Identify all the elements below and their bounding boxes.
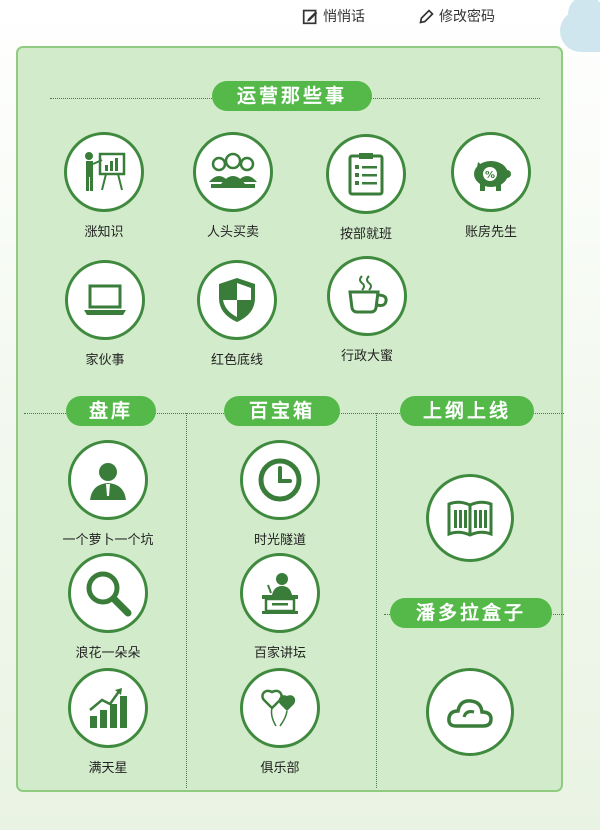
tile-accounting[interactable]: % 账房先生: [421, 132, 561, 240]
tile-equipment[interactable]: 家伙事: [35, 260, 175, 368]
tile-position[interactable]: 一个萝卜一个坑: [38, 440, 178, 548]
tile-label: 账房先生: [464, 225, 517, 240]
tile-online[interactable]: [400, 474, 540, 562]
main-panel: 运营那些事 涨知识 人头买卖 按部就班 % 账房先生 家伙事 红色底线 行政大蜜…: [16, 46, 564, 792]
messages-link[interactable]: 悄悄话: [302, 6, 365, 26]
tile-club[interactable]: 俱乐部: [210, 668, 350, 776]
person-icon: [68, 440, 148, 520]
magnifier-icon: [68, 553, 148, 633]
tile-label: 浪花一朵朵: [75, 646, 141, 661]
coffee-cup-icon: [327, 256, 407, 336]
section-title-treasure: 百宝箱: [224, 396, 340, 426]
laptop-icon: [65, 260, 145, 340]
tile-label: 涨知识: [84, 225, 124, 240]
tile-pandora[interactable]: [400, 668, 540, 756]
growth-chart-icon: [68, 668, 148, 748]
column-divider: [376, 413, 377, 788]
tile-redline[interactable]: 红色底线: [167, 260, 307, 368]
tile-time-tunnel[interactable]: 时光隧道: [210, 440, 350, 548]
tile-label: 红色底线: [210, 353, 263, 368]
tile-label: 时光隧道: [253, 533, 306, 548]
lectern-icon: [240, 553, 320, 633]
tile-label: 行政大蜜: [340, 349, 393, 364]
tile-waves[interactable]: 浪花一朵朵: [38, 553, 178, 661]
clipboard-icon: [326, 134, 406, 214]
tile-label: 百家讲坛: [253, 646, 306, 661]
tile-label: 家伙事: [85, 353, 125, 368]
tile-stars[interactable]: 满天星: [38, 668, 178, 776]
messages-label: 悄悄话: [323, 9, 365, 25]
pencil-icon: [419, 8, 434, 24]
shield-icon: [197, 260, 277, 340]
tile-label: 人头买卖: [206, 225, 259, 240]
section-title-operations: 运营那些事: [212, 81, 372, 111]
tile-knowledge[interactable]: 涨知识: [34, 132, 174, 240]
tile-label: 按部就班: [339, 227, 392, 242]
tile-procedure[interactable]: 按部就班: [296, 134, 436, 242]
section-title-inventory: 盘库: [66, 396, 156, 426]
section-title-online: 上纲上线: [400, 396, 534, 426]
balloons-icon: [240, 668, 320, 748]
svg-text:%: %: [485, 170, 495, 181]
tile-lecture[interactable]: 百家讲坛: [210, 553, 350, 661]
tile-label: 一个萝卜一个坑: [62, 533, 154, 548]
cloud-icon: [426, 668, 514, 756]
note-edit-icon: [302, 9, 318, 24]
change-password-link[interactable]: 修改密码: [418, 6, 495, 26]
piggy-bank-icon: %: [451, 132, 531, 212]
column-divider: [186, 413, 187, 788]
tile-label: 俱乐部: [260, 761, 300, 776]
tile-headcount[interactable]: 人头买卖: [163, 132, 303, 240]
tile-label: 满天星: [88, 761, 128, 776]
tile-admin[interactable]: 行政大蜜: [297, 256, 437, 364]
decorative-cloud: [560, 0, 600, 52]
presentation-icon: [64, 132, 144, 212]
people-icon: [193, 132, 273, 212]
book-icon: [426, 474, 514, 562]
change-password-label: 修改密码: [439, 9, 495, 25]
section-title-pandora: 潘多拉盒子: [390, 598, 552, 628]
clock-icon: [240, 440, 320, 520]
